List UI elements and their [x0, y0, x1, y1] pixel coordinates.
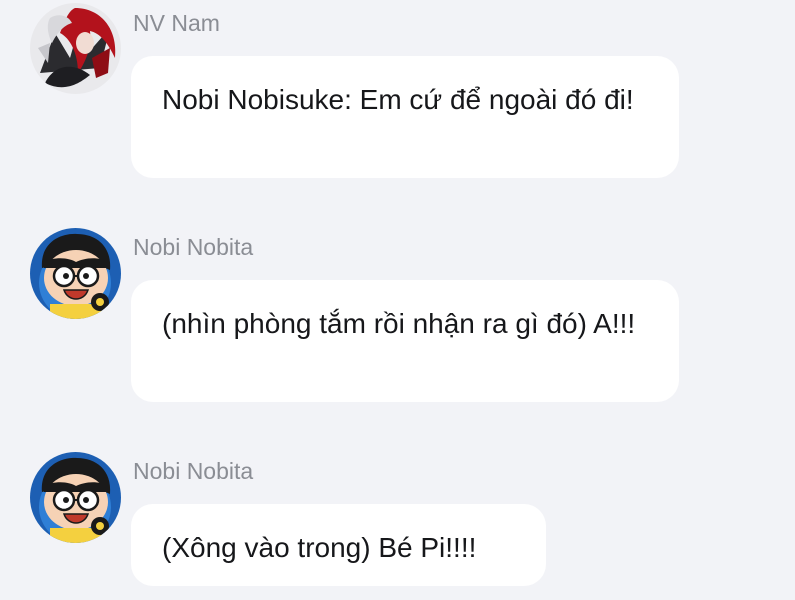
message-bubble[interactable]: (Xông vào trong) Bé Pi!!!!: [131, 504, 546, 586]
sender-name: NV Nam: [133, 10, 220, 36]
red-haired-character-avatar[interactable]: [30, 3, 121, 94]
sender-name: Nobi Nobita: [133, 234, 254, 260]
message-bubble[interactable]: (nhìn phòng tắm rồi nhận ra gì đó) A!!!: [131, 280, 679, 402]
sender-name: Nobi Nobita: [133, 458, 254, 484]
message-bubble[interactable]: Nobi Nobisuke: Em cứ để ngoài đó đi!: [131, 56, 679, 178]
nobita-avatar[interactable]: [30, 228, 121, 319]
nobita-avatar[interactable]: [30, 452, 121, 543]
